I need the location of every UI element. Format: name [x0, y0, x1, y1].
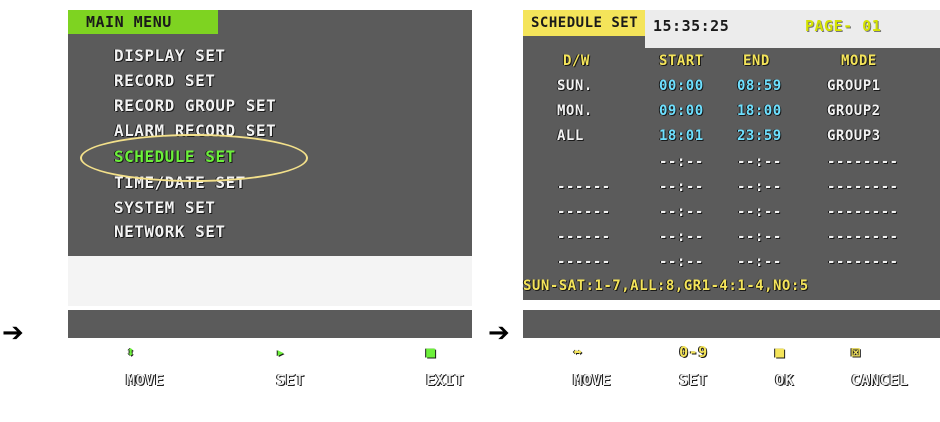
row-start[interactable]: 00:00	[659, 75, 704, 97]
menu-blank-area	[68, 256, 472, 306]
flow-arrow-left: ➔	[2, 318, 24, 348]
row-mode[interactable]: --------	[827, 226, 898, 248]
clock-display: 15:35:25	[653, 17, 730, 35]
move-hint: ⬍ MOVE	[88, 310, 164, 389]
header-start: START	[659, 53, 704, 69]
move-hint: ⬌ MOVE	[535, 310, 611, 389]
schedule-set-title: SCHEDULE SET	[523, 10, 645, 36]
exit-hint: ■ EXIT	[388, 310, 464, 389]
cancel-box-icon: ⊠	[851, 343, 861, 361]
row-start[interactable]: --:--	[659, 251, 704, 273]
row-start[interactable]: 09:00	[659, 100, 704, 122]
row-start[interactable]: 18:01	[659, 125, 704, 147]
set-hint-label: SET	[276, 371, 305, 389]
exit-hint-label: EXIT	[426, 371, 465, 389]
row-mode[interactable]: --------	[827, 176, 898, 198]
row-mode[interactable]: --------	[827, 201, 898, 223]
ok-hint-label: OK	[775, 371, 795, 389]
row-end[interactable]: --:--	[737, 251, 782, 273]
row-mode[interactable]: --------	[827, 251, 898, 273]
row-end[interactable]: --:--	[737, 151, 782, 173]
menu-item-record-set[interactable]: RECORD SET	[114, 70, 215, 92]
mode-legend: SUN-SAT:1-7,ALL:8,GR1-4:1-4,NO:5	[523, 278, 809, 294]
set-hint: 0-9 SET	[641, 310, 708, 389]
digit-keys-icon: 0-9	[679, 343, 708, 361]
header-mode: MODE	[841, 53, 877, 69]
move-hint-label: MOVE	[573, 371, 612, 389]
row-day[interactable]: MON.	[557, 100, 593, 122]
row-end[interactable]: 18:00	[737, 100, 782, 122]
menu-item-system-set[interactable]: SYSTEM SET	[114, 197, 215, 219]
clock-page-box: 15:35:25 PAGE- 01	[645, 10, 940, 48]
cancel-hint-label: CANCEL	[851, 371, 909, 389]
main-menu-panel: MAIN MENU DISPLAY SET RECORD SET RECORD …	[68, 10, 472, 256]
header-day-week: D/W	[563, 53, 590, 69]
schedule-set-panel: 15:35:25 PAGE- 01 SCHEDULE SET D/W START…	[523, 10, 940, 300]
row-mode[interactable]: GROUP3	[827, 125, 881, 147]
menu-item-record-group-set[interactable]: RECORD GROUP SET	[114, 95, 276, 117]
set-hint-label: SET	[679, 371, 708, 389]
row-day[interactable]: ------	[557, 251, 611, 273]
row-mode[interactable]: GROUP2	[827, 100, 881, 122]
schedule-footer: ⬌ MOVE 0-9 SET ■ OK ⊠ CANCEL	[523, 310, 940, 389]
main-menu-footer: ⬍ MOVE ▸ SET ■ EXIT	[68, 310, 472, 389]
row-end[interactable]: 23:59	[737, 125, 782, 147]
ok-hint: ■ OK	[737, 310, 794, 389]
row-day[interactable]: ------	[557, 176, 611, 198]
row-mode[interactable]: --------	[827, 151, 898, 173]
row-mode[interactable]: GROUP1	[827, 75, 881, 97]
row-day[interactable]: ------	[557, 201, 611, 223]
move-hint-label: MOVE	[126, 371, 165, 389]
selection-highlight-ring	[80, 134, 308, 182]
row-end[interactable]: 08:59	[737, 75, 782, 97]
row-day[interactable]: ALL	[557, 125, 584, 147]
left-right-arrow-icon: ⬌	[573, 343, 583, 361]
header-end: END	[743, 53, 770, 69]
menu-item-network-set[interactable]: NETWORK SET	[114, 221, 225, 243]
yellow-square-icon: ■	[775, 343, 785, 361]
menu-item-display-set[interactable]: DISPLAY SET	[114, 45, 225, 67]
row-start[interactable]: --:--	[659, 151, 704, 173]
flow-arrow-middle: ➔	[488, 318, 510, 348]
row-end[interactable]: --:--	[737, 176, 782, 198]
cancel-hint: ⊠ CANCEL	[813, 310, 908, 389]
row-start[interactable]: --:--	[659, 176, 704, 198]
main-menu-title: MAIN MENU	[68, 10, 218, 34]
row-day[interactable]: SUN.	[557, 75, 593, 97]
up-down-arrow-icon: ⬍	[126, 343, 136, 361]
row-end[interactable]: --:--	[737, 226, 782, 248]
set-hint: ▸ SET	[238, 310, 305, 389]
row-start[interactable]: --:--	[659, 226, 704, 248]
page-indicator: PAGE- 01	[805, 17, 882, 35]
row-day[interactable]: ------	[557, 226, 611, 248]
right-triangle-icon: ▸	[276, 343, 286, 361]
row-start[interactable]: --:--	[659, 201, 704, 223]
green-square-icon: ■	[426, 343, 436, 361]
row-end[interactable]: --:--	[737, 201, 782, 223]
